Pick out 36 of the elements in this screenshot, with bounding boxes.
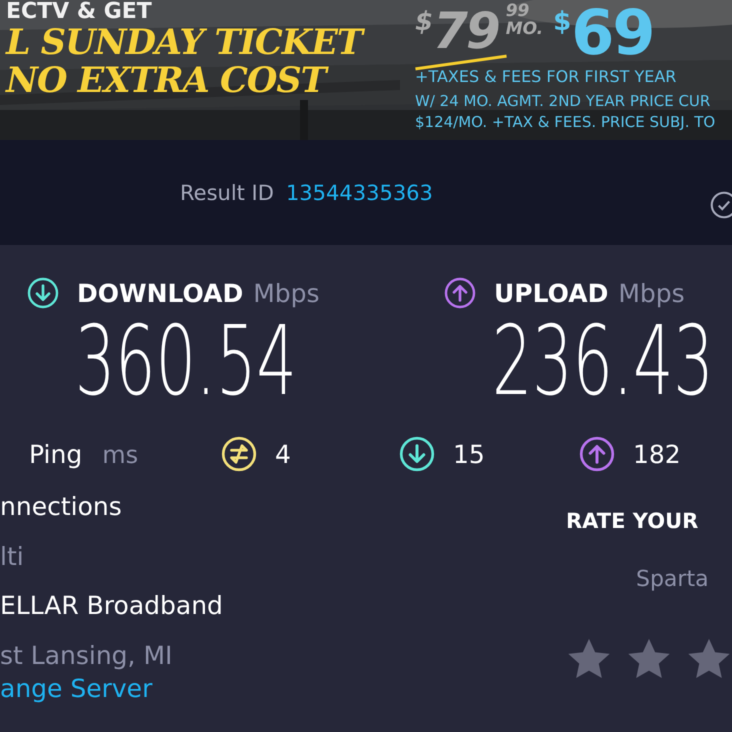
- price-currency: $: [553, 6, 572, 39]
- speed-value: 236.43: [492, 311, 714, 411]
- ping-value: 182: [633, 440, 681, 468]
- speed-label: UPLOAD: [494, 278, 608, 308]
- swap-arrows-icon: [221, 436, 257, 472]
- detail-subtitle: lti: [0, 541, 25, 573]
- star-icon[interactable]: [566, 637, 612, 681]
- ad-fine-print: W/ 24 MO. AGMT. 2ND YEAR PRICE CUR: [415, 91, 712, 112]
- detail-title: nnections: [0, 491, 123, 523]
- price-cents: 99: [506, 2, 530, 20]
- star-icon[interactable]: [626, 637, 672, 681]
- rating-title: RATE YOUR: [566, 509, 700, 533]
- ping-label: Ping: [29, 440, 82, 468]
- old-price: 79: [433, 2, 500, 60]
- price-currency: $: [415, 6, 434, 39]
- price-period: MO.: [506, 20, 544, 38]
- ping-value: 4: [275, 440, 291, 468]
- result-id-link[interactable]: 13544335363: [286, 180, 433, 204]
- speed-value: 360.54: [75, 311, 297, 411]
- unit-label: Mbps: [618, 278, 685, 308]
- star-icon[interactable]: [686, 637, 732, 681]
- provider-name: Sparta: [636, 567, 710, 592]
- ad-headline: L SUNDAY TICKET: [6, 24, 415, 62]
- detail-subtitle: st Lansing, MI: [0, 640, 174, 672]
- unit-label: ms: [102, 440, 138, 468]
- detail-title: ELLAR Broadband: [0, 590, 224, 622]
- speed-label: DOWNLOAD: [77, 278, 244, 308]
- ad-tagline: ECTV & GET: [6, 0, 153, 24]
- ad-fine-print: +TAXES & FEES FOR FIRST YEAR: [415, 66, 678, 87]
- new-price: 69: [571, 2, 655, 64]
- ad-headline: NO EXTRA COST: [6, 62, 415, 100]
- unit-label: Mbps: [253, 278, 320, 308]
- change-server-link[interactable]: ange Server: [0, 675, 544, 703]
- ad-fine-print: $124/MO. +TAX & FEES. PRICE SUBJ. TO: [415, 112, 716, 133]
- ping-value: 15: [453, 440, 485, 468]
- result-id-label: Result ID: [180, 180, 274, 204]
